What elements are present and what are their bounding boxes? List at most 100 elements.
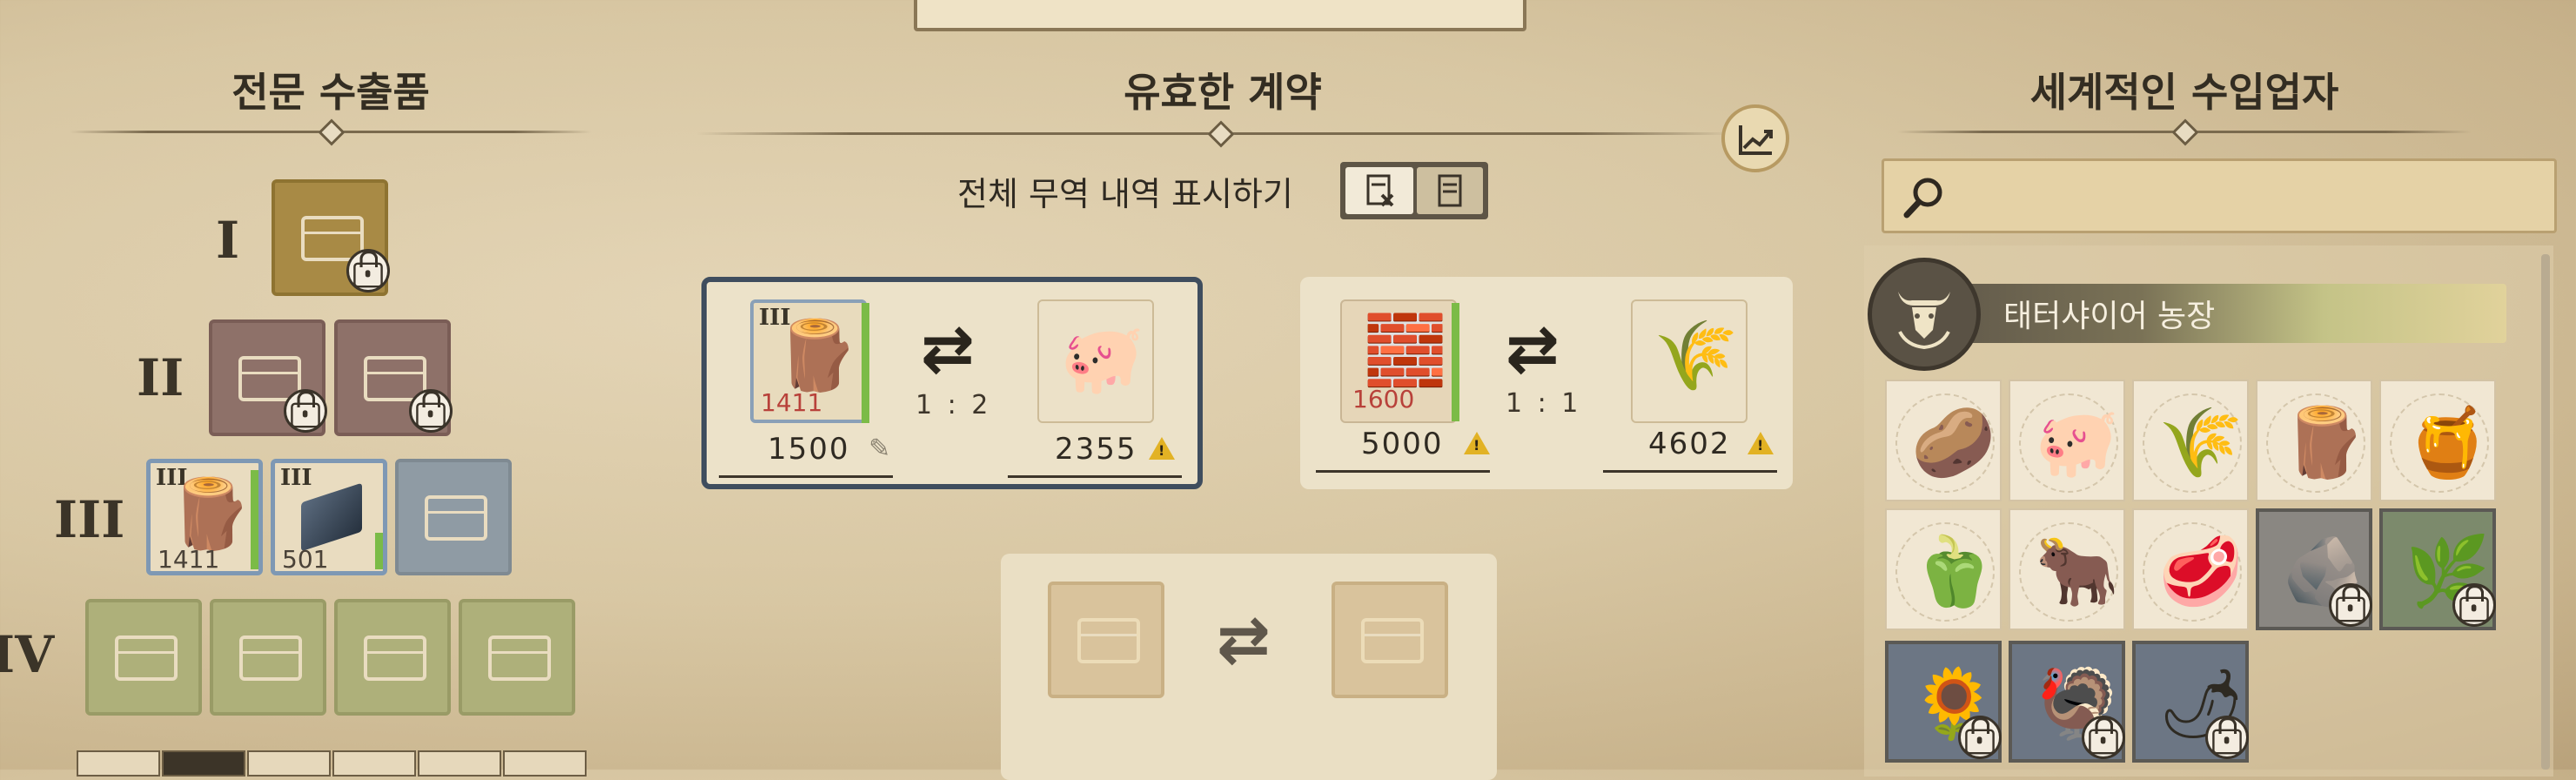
- importer-name: 태터샤이어 농장: [2003, 299, 2216, 334]
- lock-icon: [284, 389, 327, 433]
- filter-tab-active[interactable]: [162, 750, 245, 777]
- filter-tab[interactable]: [332, 750, 416, 777]
- filter-tab[interactable]: [418, 750, 501, 777]
- swap-arrows-icon: ⇄: [1217, 602, 1271, 677]
- log-icon: 🪵: [2282, 404, 2367, 482]
- trade-chart-button[interactable]: [1721, 104, 1789, 172]
- search-icon: [1903, 178, 1942, 219]
- lock-icon: [409, 389, 453, 433]
- lock-icon: [2452, 583, 2496, 627]
- divider-diamond: [1207, 120, 1235, 148]
- chest-icon: [115, 635, 178, 681]
- divider-diamond: [2171, 118, 2199, 146]
- export-slot-locked[interactable]: [272, 179, 390, 296]
- export-slot-empty[interactable]: [395, 459, 512, 575]
- bull-head-icon: [1898, 292, 1950, 350]
- chest-icon: [488, 635, 551, 681]
- tier-label-1: I: [216, 211, 240, 270]
- export-item-slot[interactable]: 🧱 1600: [1340, 299, 1457, 423]
- show-history-option[interactable]: [1417, 167, 1483, 214]
- chest-icon: [239, 635, 302, 681]
- good-pepper[interactable]: 🫑: [1885, 508, 2002, 630]
- export-slot-locked[interactable]: [334, 319, 453, 436]
- good-cattle[interactable]: 🐂: [2009, 508, 2125, 630]
- hide-history-option[interactable]: [1345, 167, 1413, 214]
- trend-chart-icon: [1739, 125, 1773, 155]
- steel-beam-icon: [301, 482, 362, 552]
- good-hops-locked[interactable]: 🌿: [2379, 508, 2496, 630]
- warning-icon[interactable]: !: [1464, 432, 1490, 454]
- good-wheat[interactable]: 🌾: [2132, 380, 2249, 501]
- scrollbar-track[interactable]: [2541, 254, 2550, 770]
- export-slot-locked[interactable]: [209, 319, 327, 436]
- stock-count: 1600: [1352, 385, 1415, 414]
- stock-count: 1411: [761, 388, 823, 417]
- import-amount: 2355: [1055, 432, 1137, 467]
- importers-title: 세계적인 수입업자: [2029, 69, 2339, 116]
- scroll-icon: [1438, 174, 1462, 207]
- chest-icon: [425, 495, 487, 541]
- empty-export-slot[interactable]: [1048, 582, 1164, 698]
- contracts-title: 유효한 계약: [1124, 69, 1322, 116]
- export-item-slot[interactable]: III 🪵 1411: [750, 299, 867, 423]
- good-chili-locked[interactable]: 🌶: [2132, 641, 2249, 763]
- bell-pepper-icon: 🫑: [1911, 533, 1996, 611]
- exports-title: 전문 수출품: [231, 69, 430, 116]
- tier-label-3: III: [54, 490, 125, 549]
- stock-bar: [375, 533, 383, 569]
- lock-icon: [2082, 716, 2125, 759]
- import-item-slot[interactable]: 🌾: [1631, 299, 1748, 423]
- filter-tab[interactable]: [77, 750, 160, 777]
- importer-emblem: [1868, 258, 1981, 371]
- import-underline: [1008, 475, 1182, 478]
- export-underline: [719, 475, 893, 478]
- importer-search-input[interactable]: [1962, 170, 2540, 224]
- warning-icon[interactable]: !: [1149, 437, 1175, 460]
- good-pork[interactable]: 🐖: [2009, 380, 2125, 501]
- good-turkey-locked[interactable]: 🦃: [2009, 641, 2125, 763]
- filter-tab[interactable]: [247, 750, 331, 777]
- wheat-icon: 🌾: [2158, 404, 2244, 482]
- contract-card[interactable]: 🧱 1600 ⇄ 1 : 1 🌾 5000 ! 4602 !: [1300, 277, 1793, 489]
- good-potato[interactable]: 🥔: [1885, 380, 2002, 501]
- export-slot-empty[interactable]: [210, 599, 326, 716]
- export-amount[interactable]: 5000: [1361, 427, 1444, 461]
- exchange-ratio: 1 : 2: [916, 390, 992, 420]
- export-item-steel-beam[interactable]: III 501: [271, 459, 387, 575]
- good-coal-locked[interactable]: 🪨: [2256, 508, 2372, 630]
- pig-head-icon: 🐖: [2035, 404, 2120, 482]
- warning-icon[interactable]: !: [1748, 432, 1774, 454]
- export-underline: [1316, 470, 1490, 473]
- export-slot-empty[interactable]: [85, 599, 202, 716]
- item-count: 1411: [158, 545, 220, 574]
- import-underline: [1603, 470, 1777, 473]
- lock-icon: [2205, 716, 2249, 759]
- honeycomb-icon: 🍯: [2405, 404, 2491, 482]
- good-seeds-locked[interactable]: 🌻: [1885, 641, 2002, 763]
- swap-arrows-icon: ⇄: [921, 312, 976, 387]
- wood-planks-icon: 🪵: [775, 317, 860, 395]
- export-amount[interactable]: 1500: [768, 432, 850, 467]
- lock-icon: [346, 249, 390, 292]
- item-tier-label: III: [280, 465, 312, 491]
- chest-icon: [1361, 618, 1424, 663]
- good-honeycomb[interactable]: 🍯: [2379, 380, 2496, 501]
- stock-bar: [251, 470, 258, 569]
- export-item-wood-planks[interactable]: III 🪵 1411: [146, 459, 263, 575]
- empty-import-slot[interactable]: [1332, 582, 1448, 698]
- top-banner: [914, 0, 1526, 31]
- edit-pencil-icon[interactable]: ✎: [869, 434, 890, 464]
- good-log[interactable]: 🪵: [2256, 380, 2372, 501]
- wood-planks-icon: 🪵: [168, 475, 253, 554]
- export-slot-empty[interactable]: [459, 599, 575, 716]
- trade-history-toggle[interactable]: [1340, 162, 1488, 219]
- good-meat[interactable]: 🥩: [2132, 508, 2249, 630]
- importer-search-field[interactable]: [1882, 158, 2557, 233]
- bricks-icon: 🧱: [1363, 312, 1448, 390]
- contract-card-selected[interactable]: III 🪵 1411 ⇄ 1 : 2 🐖 1500 ✎ 2355 !: [701, 277, 1203, 489]
- filter-tab[interactable]: [503, 750, 587, 777]
- lock-icon: [1958, 716, 2002, 759]
- empty-contract-card[interactable]: ⇄: [1001, 554, 1497, 780]
- export-slot-empty[interactable]: [334, 599, 451, 716]
- import-item-slot[interactable]: 🐖: [1037, 299, 1154, 423]
